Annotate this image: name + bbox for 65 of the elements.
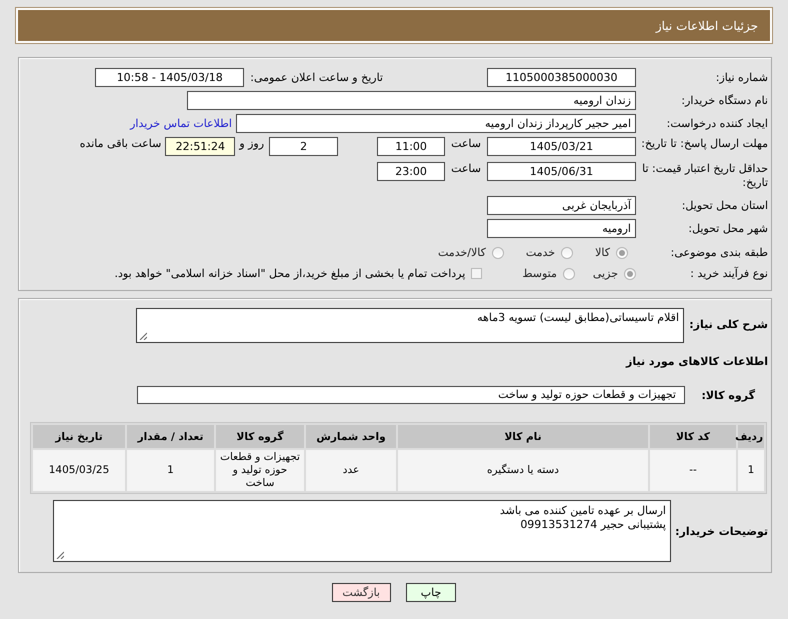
contact-info-link[interactable]: اطلاعات تماس خریدار <box>130 117 232 130</box>
column-header: ردیف <box>738 425 764 448</box>
field-label: گروه کالا: <box>700 388 756 402</box>
city-field[interactable]: ارومیه <box>487 219 636 238</box>
radio-button[interactable] <box>492 246 504 258</box>
radio-label[interactable]: کالا <box>595 246 610 259</box>
field-label: حداقل تاریخ اعتبار قیمت: تا تاریخ: <box>641 162 769 190</box>
column-header: تعداد / مقدار <box>127 425 214 448</box>
field-label: ساعت <box>451 162 481 175</box>
validity-date-field[interactable]: 1405/06/31 <box>487 162 636 181</box>
description-field[interactable]: اقلام تاسیساتی(مطابق لیست) تسویه 3ماهه <box>136 308 684 343</box>
validity-time-field[interactable]: 23:00 <box>377 162 446 181</box>
days-field[interactable]: 2 <box>269 137 338 156</box>
field-label: نام دستگاه خریدار: <box>680 94 769 107</box>
field-label: ایجاد کننده درخواست: <box>666 117 769 130</box>
deadline-time-field[interactable]: 11:00 <box>377 137 446 156</box>
column-header: نام کالا <box>398 425 648 448</box>
radio-label[interactable]: جزیی <box>592 267 618 280</box>
field-label: مهلت ارسال پاسخ: تا تاریخ: <box>640 137 769 151</box>
buyer-notes-field[interactable]: ارسال بر عهده تامین کننده می باشد پشتیبانی حجیر 09913531274 <box>53 500 671 562</box>
radio-label[interactable]: متوسط <box>522 267 557 280</box>
table-cell: 1 <box>127 450 214 491</box>
table-cell: 1 <box>738 450 764 491</box>
page-title: جزئیات اطلاعات نیاز <box>656 18 758 32</box>
deadline-date-field[interactable]: 1405/03/21 <box>487 137 636 156</box>
field-label: طبقه بندی موضوعی: <box>670 246 769 259</box>
field-label: شهر محل تحویل: <box>687 222 769 235</box>
radio-label[interactable]: کالا/خدمت <box>438 246 486 259</box>
announce-date-field[interactable]: 1405/03/18 - 10:58 <box>95 68 244 87</box>
table-cell: عدد <box>306 450 396 491</box>
field-label: نوع فرآیند خرید : <box>689 267 769 280</box>
table-cell: تجهیزات و قطعات حوزه تولید و ساخت <box>216 450 304 491</box>
field-label: شماره نیاز: <box>714 71 769 84</box>
back-button[interactable]: بازگشت <box>332 583 391 602</box>
province-field[interactable]: آذربایجان غربی <box>487 196 636 215</box>
radio-button[interactable] <box>562 268 575 280</box>
field-label: استان محل تحویل: <box>680 199 769 212</box>
column-header: تاریخ نیاز <box>33 425 125 448</box>
table-cell: دسته یا دستگیره <box>398 450 648 491</box>
table-cell: 1405/03/25 <box>33 450 125 491</box>
field-label: ساعت <box>451 137 481 150</box>
field-label: توضیحات خریدار: <box>674 524 769 538</box>
print-button[interactable]: چاپ <box>406 583 456 602</box>
requester-field[interactable]: امیر حجیر کارپرداز زندان ارومیه <box>236 114 636 133</box>
table-cell: -- <box>650 450 736 491</box>
buyer-org-field[interactable]: زندان ارومیه <box>187 91 636 110</box>
field-label: شرح کلی نیاز: <box>688 318 769 331</box>
payment-note: پرداخت تمام یا بخشی از مبلغ خرید،از محل "اسناد خزانه اسلامی" خواهد بود. <box>114 267 466 280</box>
column-header: گروه کالا <box>216 425 304 448</box>
field-label: ساعت باقی مانده <box>80 137 162 150</box>
need-number-field[interactable]: 1105000385000030 <box>487 68 636 87</box>
radio-label[interactable]: خدمت <box>526 246 556 259</box>
checkbox[interactable] <box>471 268 482 279</box>
field-label: روز و <box>239 137 264 150</box>
resize-grip-icon[interactable] <box>56 551 64 559</box>
resize-grip-icon[interactable] <box>139 332 147 340</box>
radio-button[interactable] <box>624 268 636 280</box>
column-header: کد کالا <box>650 425 736 448</box>
column-header: واحد شمارش <box>306 425 396 448</box>
radio-button[interactable] <box>616 246 628 258</box>
section-title: اطلاعات کالاهای مورد نیاز <box>626 355 768 368</box>
goods-group-field[interactable]: تجهیزات و قطعات حوزه تولید و ساخت <box>137 386 685 404</box>
field-label: تاریخ و ساعت اعلان عمومی: <box>250 71 383 84</box>
remaining-time-field[interactable]: 22:51:24 <box>165 137 236 156</box>
radio-button[interactable] <box>561 246 574 258</box>
